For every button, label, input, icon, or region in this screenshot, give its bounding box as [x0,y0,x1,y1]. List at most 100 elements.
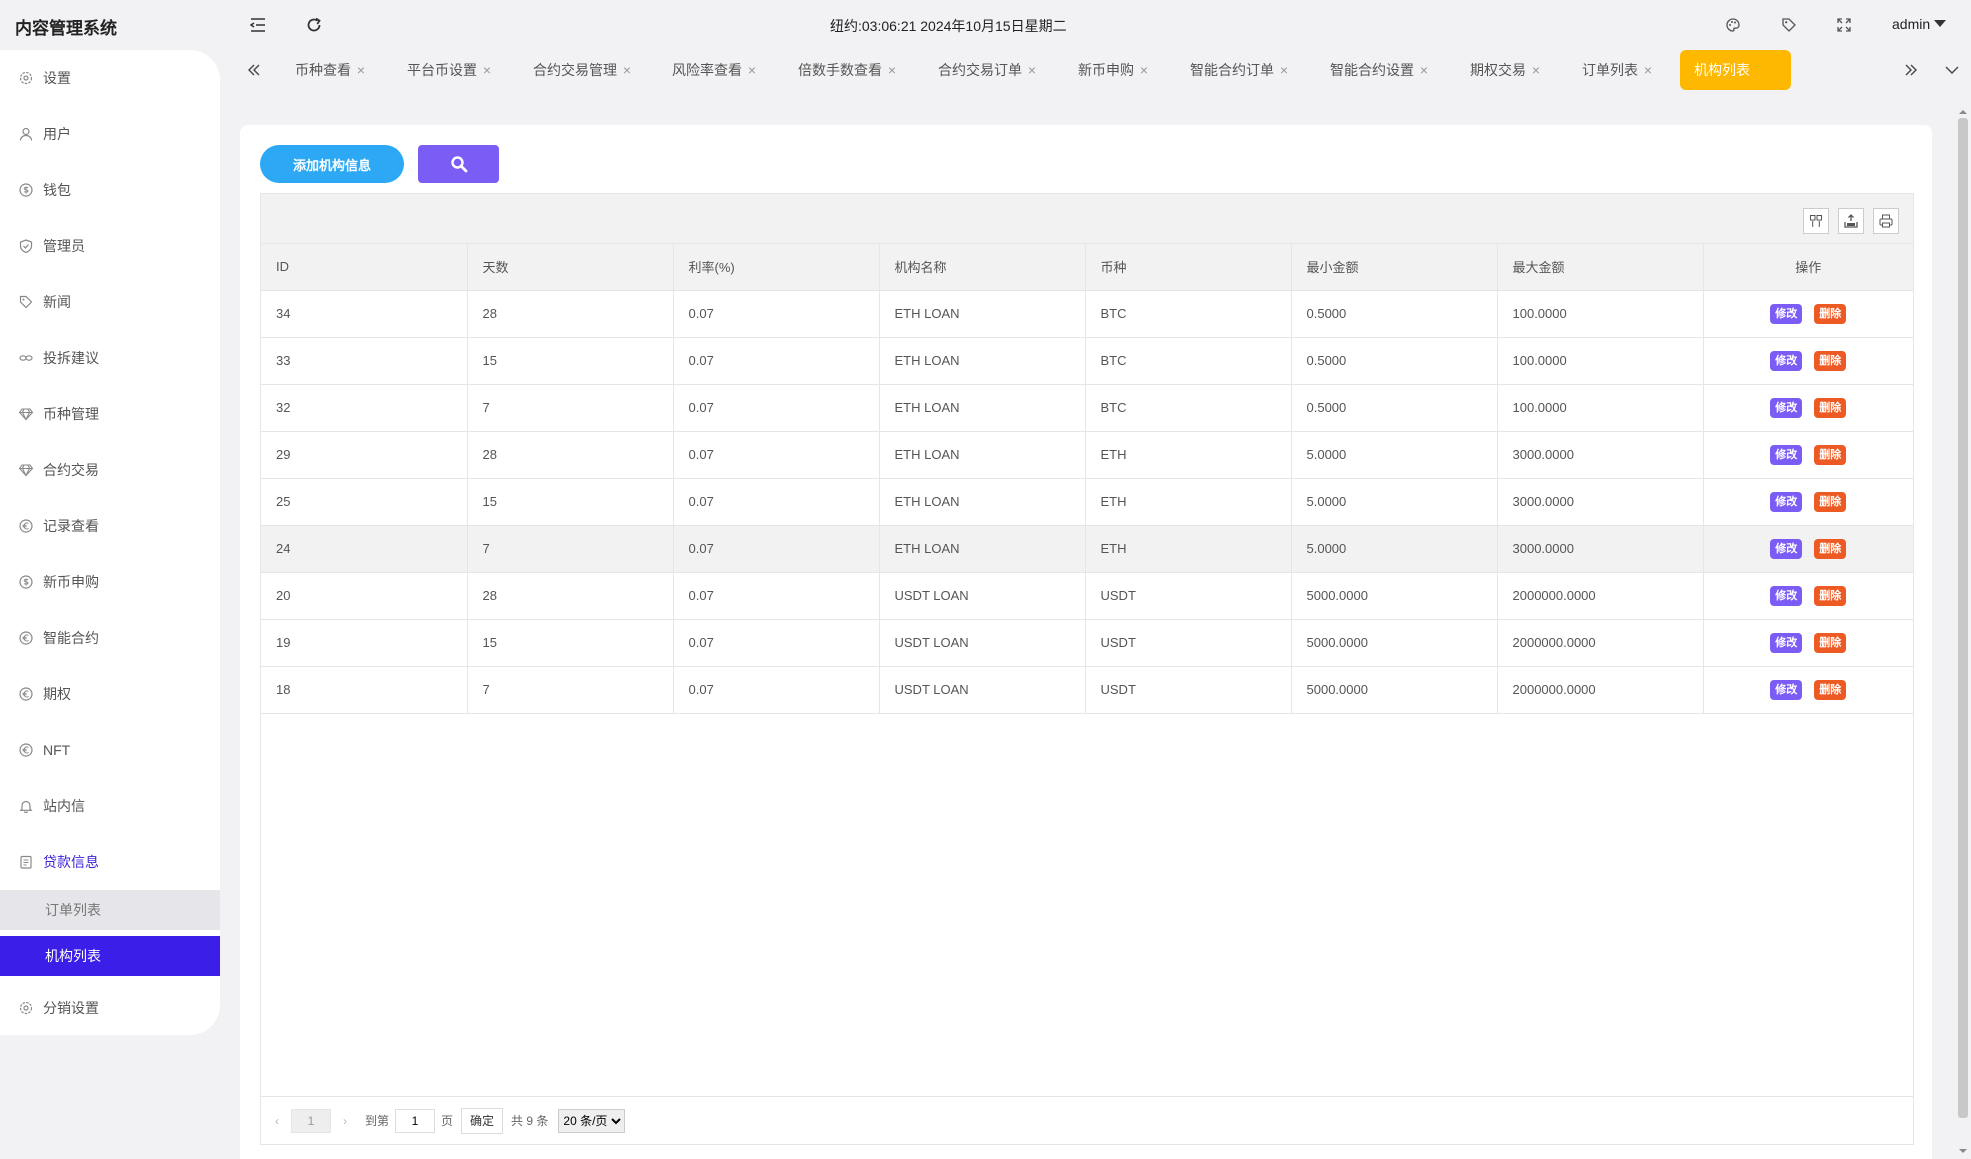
sidebar-item-admins[interactable]: 管理员 [0,228,220,264]
export-button[interactable] [1838,208,1864,234]
edit-button[interactable]: 修改 [1770,538,1803,559]
delete-button[interactable]: 删除 [1814,491,1847,512]
tab-multiplier[interactable]: 倍数手数查看 × [788,50,896,90]
delete-button[interactable]: 删除 [1814,632,1847,653]
sidebar-item-label: 新币申购 [43,574,99,590]
goto-label: 到第 [365,1114,390,1128]
sidebar-item-currency[interactable]: 币种管理 [0,396,220,432]
scroll-up-icon[interactable] [1955,108,1971,116]
sidebar-item-label: 新闻 [43,294,71,310]
tab-institution-list[interactable]: 机构列表 [1680,50,1791,90]
add-institution-button[interactable]: 添加机构信息 [260,145,404,183]
columns-filter-button[interactable] [1803,208,1829,234]
column-header-rate[interactable]: 利率(%) [673,244,880,291]
next-page-icon[interactable]: › [335,1114,355,1128]
delete-button[interactable]: 删除 [1814,303,1847,324]
tag-icon[interactable] [1779,15,1799,35]
sidebar-item-suggestions[interactable]: 投拆建议 [0,340,220,376]
coin-icon [19,575,33,589]
user-menu[interactable]: admin [1892,16,1947,32]
delete-button[interactable]: 删除 [1814,679,1847,700]
sidebar-item-users[interactable]: 用户 [0,116,220,152]
close-icon[interactable]: × [1028,62,1036,78]
edit-button[interactable]: 修改 [1770,491,1803,512]
tabs-scroll-right-icon[interactable] [1899,58,1923,82]
edit-button[interactable]: 修改 [1770,585,1803,606]
sidebar-item-contract[interactable]: 合约交易 [0,452,220,488]
scroll-down-icon[interactable] [1955,1147,1971,1155]
sidebar-item-news[interactable]: 新闻 [0,284,220,320]
sidebar-item-nft[interactable]: NFT [0,732,220,768]
menu-collapse-icon[interactable] [248,15,268,35]
refresh-icon[interactable] [304,15,324,35]
delete-button[interactable]: 删除 [1814,538,1847,559]
tab-options-trade[interactable]: 期权交易 × [1460,50,1540,90]
print-button[interactable] [1873,208,1899,234]
chevron-down-icon[interactable] [1940,58,1964,82]
sidebar-item-smart-contract[interactable]: 智能合约 [0,620,220,656]
column-header-id[interactable]: ID [261,244,468,291]
delete-button[interactable]: 删除 [1814,444,1847,465]
delete-button[interactable]: 删除 [1814,350,1847,371]
edit-button[interactable]: 修改 [1770,350,1803,371]
sidebar-item-loans[interactable]: 贷款信息 [0,844,220,880]
tab-contract-manage[interactable]: 合约交易管理 × [523,50,631,90]
cell-actions: 修改 删除 [1703,619,1913,667]
edit-button[interactable]: 修改 [1770,632,1803,653]
tab-currency-view[interactable]: 币种查看 × [285,50,365,90]
tab-smart-settings[interactable]: 智能合约设置 × [1320,50,1428,90]
close-icon[interactable]: × [1140,62,1148,78]
close-icon[interactable]: × [1532,62,1540,78]
sidebar-item-distribution[interactable]: 分销设置 [0,990,220,1026]
sidebar-item-records[interactable]: 记录查看 [0,508,220,544]
sidebar-subitem-institution-list[interactable]: 机构列表 [0,936,220,976]
edit-button[interactable]: 修改 [1770,303,1803,324]
close-icon[interactable]: × [1644,62,1652,78]
close-icon[interactable]: × [748,62,756,78]
current-page[interactable]: 1 [291,1108,331,1133]
tab-order-list[interactable]: 订单列表 × [1572,50,1652,90]
goto-confirm-button[interactable]: 确定 [461,1107,504,1134]
tab-new-coin[interactable]: 新币申购 × [1068,50,1148,90]
column-header-days[interactable]: 天数 [467,244,674,291]
tab-platform-coin[interactable]: 平台币设置 × [397,50,491,90]
search-button[interactable] [418,145,499,183]
sidebar-item-settings[interactable]: 设置 [0,60,220,96]
column-header-institution[interactable]: 机构名称 [879,244,1086,291]
page-size-select[interactable]: 20 条/页 [558,1108,626,1133]
sidebar-item-label: 管理员 [43,238,85,254]
close-icon[interactable]: × [1280,62,1288,78]
tab-smart-orders[interactable]: 智能合约订单 × [1180,50,1288,90]
close-icon[interactable]: × [483,62,491,78]
prev-page-icon[interactable]: ‹ [267,1114,287,1128]
delete-button[interactable]: 删除 [1814,585,1847,606]
edit-button[interactable]: 修改 [1770,397,1803,418]
tab-risk-rate[interactable]: 风险率查看 × [662,50,756,90]
sidebar-subitem-order-list[interactable]: 订单列表 [0,890,220,930]
scroll-thumb[interactable] [1958,118,1968,1118]
cell-rate: 0.07 [673,337,880,385]
fullscreen-icon[interactable] [1834,15,1854,35]
palette-icon[interactable] [1723,15,1743,35]
sidebar-item-messages[interactable]: 站内信 [0,788,220,824]
sidebar-item-new-coin[interactable]: 新币申购 [0,564,220,600]
goto-page-input[interactable] [395,1108,436,1133]
edit-button[interactable]: 修改 [1770,444,1803,465]
edit-button[interactable]: 修改 [1770,679,1803,700]
sidebar-item-wallet[interactable]: 钱包 [0,172,220,208]
page-scrollbar[interactable] [1955,108,1971,1159]
column-header-currency[interactable]: 币种 [1085,244,1292,291]
close-icon[interactable]: × [623,62,631,78]
column-header-min-amount[interactable]: 最小金额 [1291,244,1498,291]
close-icon[interactable]: × [1420,62,1428,78]
cell-days: 28 [467,572,674,620]
tabs-scroll-left-icon[interactable] [242,58,266,82]
tab-contract-orders[interactable]: 合约交易订单 × [928,50,1036,90]
sidebar-item-options[interactable]: 期权 [0,676,220,712]
column-header-max-amount[interactable]: 最大金额 [1497,244,1704,291]
print-icon [1879,214,1893,228]
close-icon[interactable]: × [888,62,896,78]
delete-button[interactable]: 删除 [1814,397,1847,418]
close-icon[interactable]: × [357,62,365,78]
search-icon [450,156,467,173]
